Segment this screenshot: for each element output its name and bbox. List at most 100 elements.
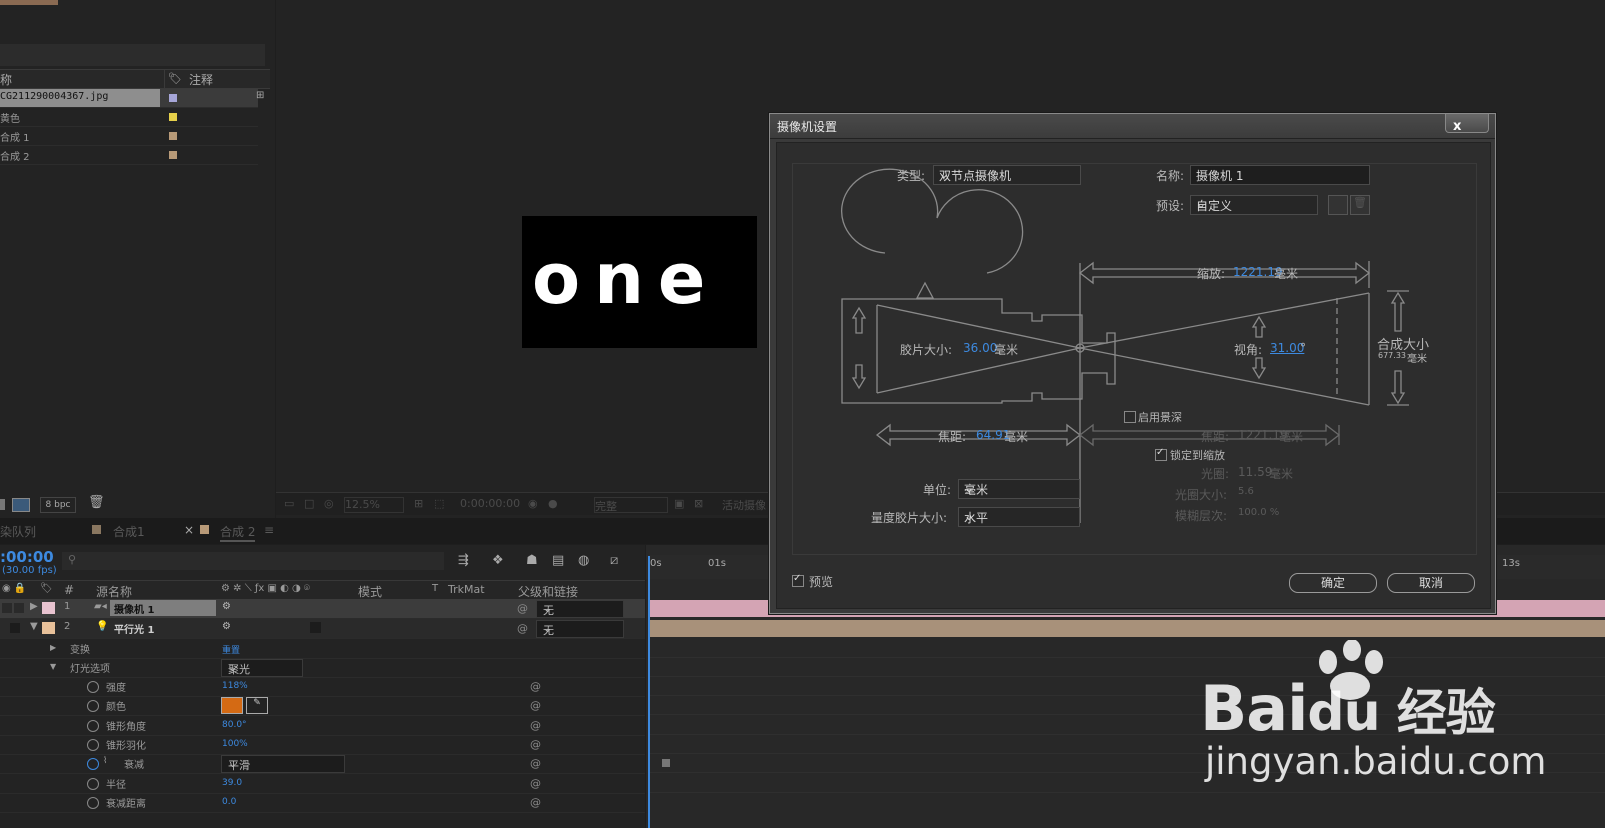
layer-row[interactable]: ▼ 2 💡 平行光 1 ⚙ @ 无 ⌄ — [0, 619, 645, 639]
trash-icon[interactable]: 🗑 — [88, 495, 105, 510]
pickwhip-icon[interactable]: @ — [530, 738, 541, 751]
stopwatch-icon[interactable] — [87, 681, 99, 693]
prop-value[interactable]: 100% — [222, 739, 248, 749]
stopwatch-icon[interactable] — [87, 720, 99, 732]
reset-link[interactable]: 重置 — [222, 643, 240, 656]
preset-dropdown[interactable]: 自定义 ⌄ — [1190, 195, 1318, 215]
roi-icon[interactable]: ⬚ — [434, 497, 444, 510]
pickwhip-icon[interactable]: @ — [530, 757, 541, 770]
tab-close[interactable]: × — [184, 523, 194, 537]
pickwhip-icon[interactable]: @ — [530, 699, 541, 712]
stopwatch-icon[interactable] — [87, 700, 99, 712]
snapshot-icon[interactable]: ▭ — [284, 497, 294, 510]
layer-row[interactable]: ▶ 1 ▰◂ 摄像机 1 ⚙ @ 无 ⌄ — [0, 599, 645, 619]
close-button[interactable]: x — [1445, 114, 1489, 134]
cancel-button[interactable]: 取消 — [1387, 573, 1475, 593]
lock-zoom-checkbox[interactable] — [1155, 447, 1167, 461]
prop-row[interactable]: 锥形羽化 100% @ — [0, 735, 645, 755]
collapse-arrow-icon[interactable]: ▼ — [50, 662, 56, 671]
tab-comp1[interactable]: 合成1 — [113, 523, 145, 540]
stopwatch-icon[interactable] — [87, 797, 99, 809]
save-preset-icon[interactable] — [1328, 195, 1348, 215]
parent-dropdown[interactable]: 无 ⌄ — [536, 620, 624, 638]
delete-preset-icon[interactable]: 🗑 — [1350, 195, 1370, 215]
prop-value[interactable]: 0.0 — [222, 797, 236, 807]
prop-value[interactable]: 80.0° — [222, 720, 247, 730]
falloff-dropdown[interactable]: 平滑 ⌄ — [221, 755, 345, 773]
prop-row[interactable]: ⌇ 衰减 平滑 ⌄ @ — [0, 754, 645, 774]
graph-editor-icon[interactable]: ⧄ — [610, 553, 618, 568]
channel-icon[interactable]: ● — [548, 497, 558, 510]
units-dropdown[interactable]: 毫米 ⌄ — [958, 479, 1080, 499]
keyframe[interactable] — [662, 759, 670, 767]
shy-icon[interactable]: ☗ — [526, 553, 538, 568]
layer-name[interactable]: 摄像机 1 — [114, 601, 154, 616]
pickwhip-icon[interactable]: @ — [530, 796, 541, 809]
prop-row[interactable]: 颜色 ✎ @ — [0, 696, 645, 716]
film-size-value[interactable]: 36.00 — [963, 341, 997, 355]
transparency-icon[interactable]: ⊠ — [694, 497, 703, 510]
stopwatch-icon[interactable] — [87, 739, 99, 751]
dof-checkbox[interactable] — [1124, 411, 1136, 423]
project-item[interactable]: 合成 1 — [0, 127, 258, 146]
eye-icon[interactable]: ◉ 🔒 — [2, 583, 26, 594]
pickwhip-icon[interactable]: @ — [530, 680, 541, 693]
light-type-dropdown[interactable]: 聚光 ⌄ — [221, 659, 303, 677]
label-swatch[interactable] — [42, 622, 55, 634]
expand-arrow-icon[interactable]: ▶ — [30, 601, 38, 612]
prop-value[interactable]: 118% — [222, 681, 248, 691]
collapse-arrow-icon[interactable]: ▼ — [30, 621, 38, 632]
prop-row[interactable]: 强度 118% @ — [0, 677, 645, 697]
color-swatch[interactable] — [221, 697, 243, 714]
prop-row[interactable]: 衰减距离 0.0 @ — [0, 793, 645, 813]
new-comp-icon[interactable] — [12, 498, 30, 512]
quality-dropdown[interactable]: 完整 — [594, 497, 668, 513]
light-options-group[interactable]: ▼ 灯光选项 聚光 ⌄ — [0, 658, 645, 678]
pickwhip-icon[interactable]: @ — [530, 719, 541, 732]
hierarchy-icon[interactable]: ⊞ — [256, 90, 264, 101]
label-swatch[interactable] — [169, 132, 177, 140]
label-swatch[interactable] — [169, 94, 177, 102]
project-item[interactable]: 合成 2 — [0, 146, 258, 165]
graph-icon[interactable]: ⌇ — [103, 756, 107, 766]
display-icon[interactable]: □ — [304, 497, 314, 510]
tab-render-queue[interactable]: 染队列 — [0, 523, 36, 540]
type-dropdown[interactable]: 双节点摄像机 ⌄ — [933, 165, 1081, 185]
prop-value[interactable]: 39.0 — [222, 778, 242, 788]
shy-switch[interactable]: ⚙ — [222, 621, 231, 632]
transform-group[interactable]: ▶ 变换 重置 — [0, 639, 645, 659]
bpc-button[interactable]: 8 bpc — [40, 497, 76, 513]
stopwatch-icon[interactable] — [87, 758, 99, 770]
camera-icon[interactable]: ◉ — [528, 497, 538, 510]
measure-film-dropdown[interactable]: 水平 ⌄ — [958, 507, 1080, 527]
layer-name[interactable]: 平行光 1 — [114, 621, 154, 636]
timeline-search[interactable]: ⚲ — [62, 552, 444, 570]
region-icon[interactable]: ▣ — [674, 497, 684, 510]
stopwatch-icon[interactable] — [87, 778, 99, 790]
mask-icon[interactable]: ◎ — [324, 497, 334, 510]
eyedropper-icon[interactable]: ✎ — [246, 697, 268, 714]
frame-blend-icon[interactable]: ▤ — [552, 553, 564, 568]
pickwhip-icon[interactable]: @ — [517, 622, 528, 635]
label-swatch[interactable] — [169, 113, 177, 121]
prop-row[interactable]: 半径 39.0 @ — [0, 774, 645, 794]
motion-blur-icon[interactable]: ◍ — [578, 553, 589, 568]
prop-row[interactable]: 锥形角度 80.0° @ — [0, 716, 645, 736]
current-time[interactable]: :00:00 — [0, 548, 54, 566]
viewer-timecode[interactable]: 0:00:00:00 — [460, 497, 538, 511]
interpret-icon[interactable] — [0, 499, 5, 510]
zoom-dropdown[interactable]: 12.5% — [344, 497, 404, 513]
playhead[interactable] — [648, 556, 650, 828]
shy-switch[interactable]: ⚙ — [222, 601, 231, 612]
tab-comp2[interactable]: 合成 2 — [220, 523, 256, 542]
pickwhip-icon[interactable]: @ — [530, 777, 541, 790]
camera-view-dropdown[interactable]: 活动摄像 — [722, 497, 766, 513]
grid-icon[interactable]: ⊞ — [414, 497, 423, 510]
col-comment[interactable]: 注释 — [189, 71, 213, 88]
col-source[interactable]: 源名称 — [96, 583, 132, 600]
dialog-titlebar[interactable]: 摄像机设置 x — [770, 114, 1495, 139]
pickwhip-icon[interactable]: @ — [517, 602, 528, 615]
composition-icon[interactable]: ⇶ — [458, 553, 469, 568]
col-name[interactable]: 称 — [0, 71, 12, 88]
tab-menu[interactable]: ≡ — [264, 523, 274, 537]
